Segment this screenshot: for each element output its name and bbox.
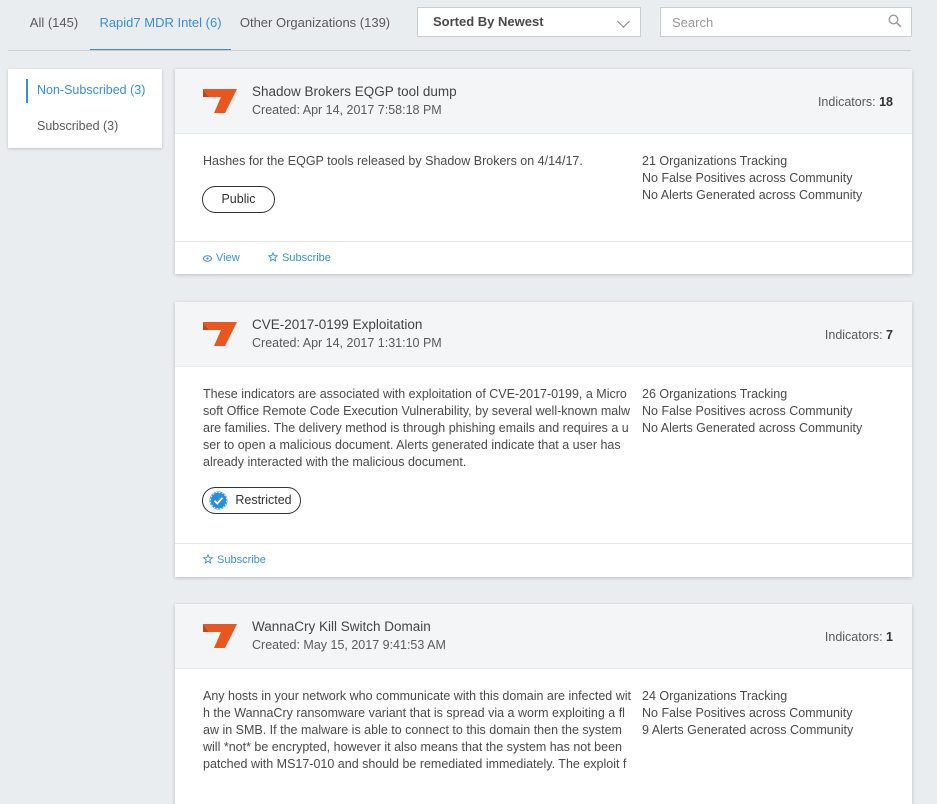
stat-false-positives: No False Positives across Community [642, 171, 853, 185]
sort-label: Sorted By Newest [433, 14, 544, 29]
card-header: WannaCry Kill Switch Domain Created: May… [175, 604, 912, 669]
tab-all[interactable]: All (145) [24, 12, 84, 50]
eye-icon [203, 255, 212, 262]
card-stats: 26 Organizations Tracking No False Posit… [642, 386, 862, 437]
sort-dropdown[interactable]: Sorted By Newest [417, 7, 641, 37]
visibility-badge-public: Public [202, 186, 275, 213]
rapid7-logo-icon [203, 89, 237, 113]
chevron-down-icon [617, 15, 630, 28]
tab-rapid7-mdr-intel[interactable]: Rapid7 MDR Intel (6) [90, 12, 231, 51]
card-title[interactable]: Shadow Brokers EQGP tool dump [252, 84, 457, 99]
indicators-label: Indicators: [824, 328, 883, 342]
card-description: Hashes for the EQGP tools released by Sh… [203, 154, 583, 168]
threat-card: CVE-2017-0199 Exploitation Created: Apr … [175, 302, 912, 577]
card-description: Any hosts in your network who communicat… [203, 689, 631, 771]
rapid7-logo-icon [203, 322, 237, 346]
stat-orgs-tracking: 24 Organizations Tracking [642, 689, 788, 703]
card-header: CVE-2017-0199 Exploitation Created: Apr … [175, 302, 912, 367]
card-created-date: Created: May 15, 2017 9:41:53 AM [252, 638, 446, 652]
sidebar-item-non-subscribed[interactable]: Non-Subscribed (3) [37, 83, 145, 97]
stat-alerts: No Alerts Generated across Community [642, 421, 863, 435]
card-created-date: Created: Apr 14, 2017 1:31:10 PM [252, 336, 442, 350]
indicator-count: Indicators: 18 [818, 95, 893, 109]
search-box [660, 7, 912, 37]
card-header: Shadow Brokers EQGP tool dump Created: A… [175, 69, 912, 134]
stat-orgs-tracking: 26 Organizations Tracking [642, 387, 788, 401]
sidebar-item-subscribed[interactable]: Subscribed (3) [37, 119, 118, 133]
stat-false-positives: No False Positives across Community [642, 404, 853, 418]
visibility-badge-restricted: Restricted [202, 487, 301, 514]
indicator-count: Indicators: 7 [825, 328, 893, 342]
indicators-value: 18 [879, 95, 893, 109]
indicators-label: Indicators: [824, 630, 883, 644]
card-footer-divider [175, 543, 912, 544]
stat-false-positives: No False Positives across Community [642, 706, 853, 720]
indicators-value: 7 [886, 328, 893, 342]
threat-card: Shadow Brokers EQGP tool dump Created: A… [175, 69, 912, 274]
search-icon[interactable] [888, 14, 902, 28]
indicators-label: Indicators: [817, 95, 876, 109]
stat-alerts: No Alerts Generated across Community [642, 188, 863, 202]
view-button[interactable]: View [203, 252, 240, 264]
star-icon [267, 251, 279, 262]
indicator-count: Indicators: 1 [825, 630, 893, 644]
star-icon [202, 553, 214, 564]
active-indicator [26, 79, 28, 103]
verified-check-icon [209, 491, 228, 510]
card-footer-divider [175, 241, 912, 242]
view-label: View [216, 252, 240, 264]
subscribe-label: Subscribe [217, 554, 266, 566]
search-input[interactable] [661, 8, 881, 36]
card-created-date: Created: Apr 14, 2017 7:58:18 PM [252, 103, 442, 117]
indicators-value: 1 [886, 630, 893, 644]
stat-orgs-tracking: 21 Organizations Tracking [642, 154, 788, 168]
card-stats: 21 Organizations Tracking No False Posit… [642, 153, 862, 204]
card-title[interactable]: CVE-2017-0199 Exploitation [252, 317, 422, 332]
stat-alerts: 9 Alerts Generated across Community [642, 723, 854, 737]
subscribe-button[interactable]: Subscribe [267, 251, 331, 264]
subscribe-label: Subscribe [282, 252, 331, 264]
card-description: These indicators are associated with exp… [203, 387, 631, 469]
subscription-filter-panel: Non-Subscribed (3) Subscribed (3) [8, 69, 162, 148]
subscribe-button[interactable]: Subscribe [202, 553, 266, 566]
top-bar: All (145) Rapid7 MDR Intel (6) Other Org… [0, 0, 937, 51]
rapid7-logo-icon [203, 624, 237, 648]
threat-card: WannaCry Kill Switch Domain Created: May… [175, 604, 912, 804]
top-divider [8, 50, 911, 51]
card-title[interactable]: WannaCry Kill Switch Domain [252, 619, 431, 634]
tab-other-organizations[interactable]: Other Organizations (139) [236, 12, 394, 50]
card-stats: 24 Organizations Tracking No False Posit… [642, 688, 853, 739]
badge-label: Restricted [235, 493, 292, 507]
